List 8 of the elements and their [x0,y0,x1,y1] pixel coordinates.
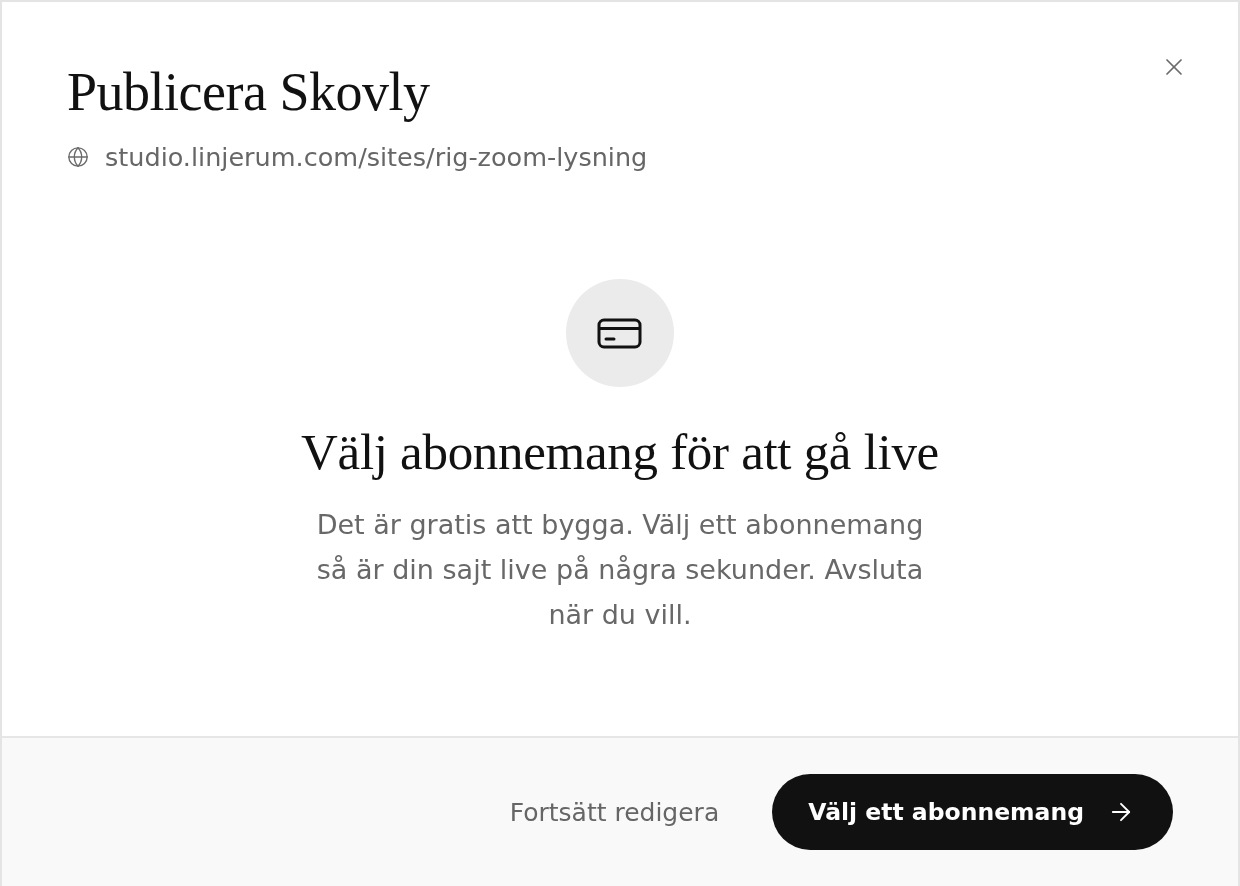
continue-editing-button[interactable]: Fortsätt redigera [497,788,732,836]
globe-icon [67,146,89,168]
site-url: studio.linjerum.com/sites/rig-zoom-lysning [105,142,648,172]
prompt-heading: Välj abonnemang för att gå live [301,423,939,481]
credit-card-icon [566,279,674,387]
choose-plan-button[interactable]: Välj ett abonnemang [772,774,1173,850]
prompt-text: Det är gratis att bygga. Välj ett abonnemang så är din sajt live på några sekunder. Avsluta när du vill. [315,508,925,632]
dialog-title: Publicera Skovly [67,62,431,122]
